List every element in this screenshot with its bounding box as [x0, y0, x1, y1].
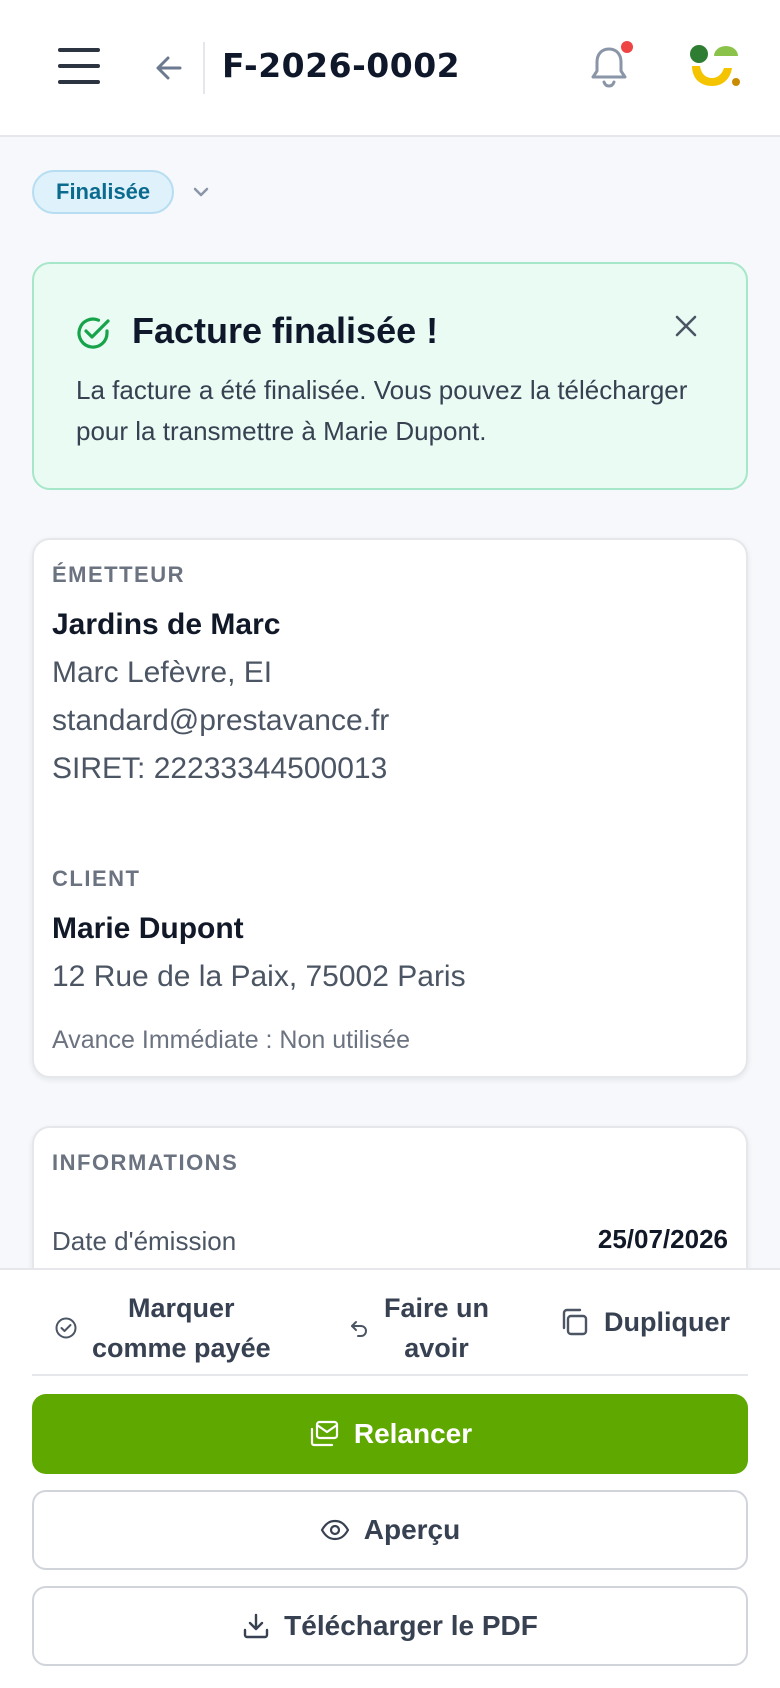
client-address: 12 Rue de la Paix, 75002 Paris [52, 960, 466, 993]
preview-label: Aperçu [363, 1514, 461, 1545]
issue-date-label: Date d'émission [52, 1226, 237, 1256]
download-pdf-button[interactable]: Télécharger le PDF [32, 1586, 748, 1666]
app-header: F-2026-0002 [0, 0, 780, 137]
parties-card: ÉMETTEUR Jardins de Marc Marc Lefèvre, E… [32, 538, 748, 1078]
duplicate-label: Dupliquer [604, 1307, 730, 1337]
mail-icon [310, 1420, 338, 1447]
alert-title: Facture finalisée ! [132, 310, 439, 351]
header-divider [203, 42, 205, 94]
arrow-left-icon[interactable] [150, 50, 190, 86]
mark-paid-label-1: Marquer [128, 1293, 235, 1323]
page-title: F-2026-0002 [222, 46, 461, 85]
remind-label: Relancer [353, 1418, 473, 1449]
check-circle-icon [77, 317, 110, 349]
client-name: Marie Dupont [52, 912, 244, 945]
download-icon [243, 1613, 269, 1639]
client-section-label: CLIENT [52, 866, 141, 891]
quick-actions: Marquer comme payée Faire un avoir Dupli… [32, 1270, 748, 1376]
menu-icon[interactable] [58, 48, 100, 84]
issuer-owner: Marc Lefèvre, EI [52, 656, 273, 689]
mark-paid-button[interactable]: Marquer comme payée [54, 1288, 271, 1368]
download-pdf-label: Télécharger le PDF [284, 1610, 538, 1641]
issuer-siret: SIRET: 22233344500013 [52, 752, 388, 785]
duplicate-button[interactable]: Dupliquer [558, 1302, 730, 1342]
mark-paid-label-2: comme payée [92, 1333, 271, 1363]
remind-button[interactable]: Relancer [32, 1394, 748, 1474]
preview-button[interactable]: Aperçu [32, 1490, 748, 1570]
copy-icon [562, 1308, 588, 1336]
close-icon[interactable] [672, 312, 700, 340]
notification-dot [621, 41, 633, 53]
credit-note-label-2: avoir [404, 1333, 469, 1363]
credit-note-button[interactable]: Faire un avoir [348, 1288, 489, 1368]
issuer-section-label: ÉMETTEUR [52, 562, 185, 587]
chevron-down-icon[interactable] [190, 181, 212, 203]
action-panel: Marquer comme payée Faire un avoir Dupli… [0, 1268, 780, 1688]
status-selector[interactable]: Finalisée [32, 170, 212, 214]
undo-icon [351, 1321, 367, 1337]
credit-note-label-1: Faire un [384, 1293, 490, 1323]
status-badge[interactable]: Finalisée [32, 170, 175, 214]
issue-date-value: 25/07/2026 [597, 1224, 728, 1254]
advance-status: Avance Immédiate : Non utilisée [52, 1026, 411, 1054]
info-section-label: INFORMATIONS [52, 1150, 239, 1175]
success-alert: Facture finalisée ! La facture a été fin… [32, 262, 748, 490]
issuer-name: Jardins de Marc [52, 608, 281, 641]
eye-icon [320, 1519, 349, 1541]
app-logo[interactable] [688, 44, 742, 90]
alert-message: La facture a été finalisée. Vous pouvez … [76, 375, 688, 446]
check-circle-icon [55, 1317, 77, 1339]
issuer-email: standard@prestavance.fr [52, 704, 390, 737]
